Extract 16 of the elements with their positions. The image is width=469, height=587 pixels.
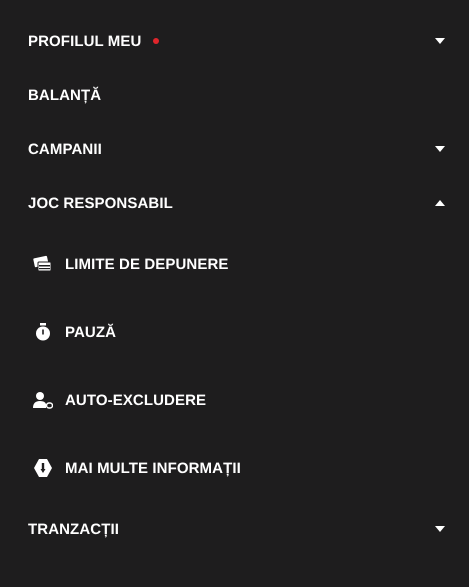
menu-item[interactable]: CAMPANII [0, 122, 469, 176]
info-icon [33, 458, 53, 478]
caret-down-icon [435, 146, 445, 152]
caret-up-icon [435, 200, 445, 206]
submenu-item[interactable]: MAI MULTE INFORMAȚII [0, 434, 469, 502]
submenu-item[interactable]: AUTO-EXCLUDERE [0, 366, 469, 434]
submenu-item[interactable]: LIMITE DE DEPUNERE [0, 230, 469, 298]
caret-down-icon [435, 38, 445, 44]
submenu-item[interactable]: PAUZĂ [0, 298, 469, 366]
stopwatch-icon [33, 322, 53, 342]
user-icon [33, 390, 53, 410]
menu-item[interactable]: TRANZACȚII [0, 502, 469, 556]
menu-item[interactable]: PROFILUL MEU [0, 14, 469, 68]
caret-down-icon [435, 526, 445, 532]
menu-item[interactable]: BALANȚĂ [0, 68, 469, 122]
menu-item[interactable]: JOC RESPONSABIL [0, 176, 469, 230]
